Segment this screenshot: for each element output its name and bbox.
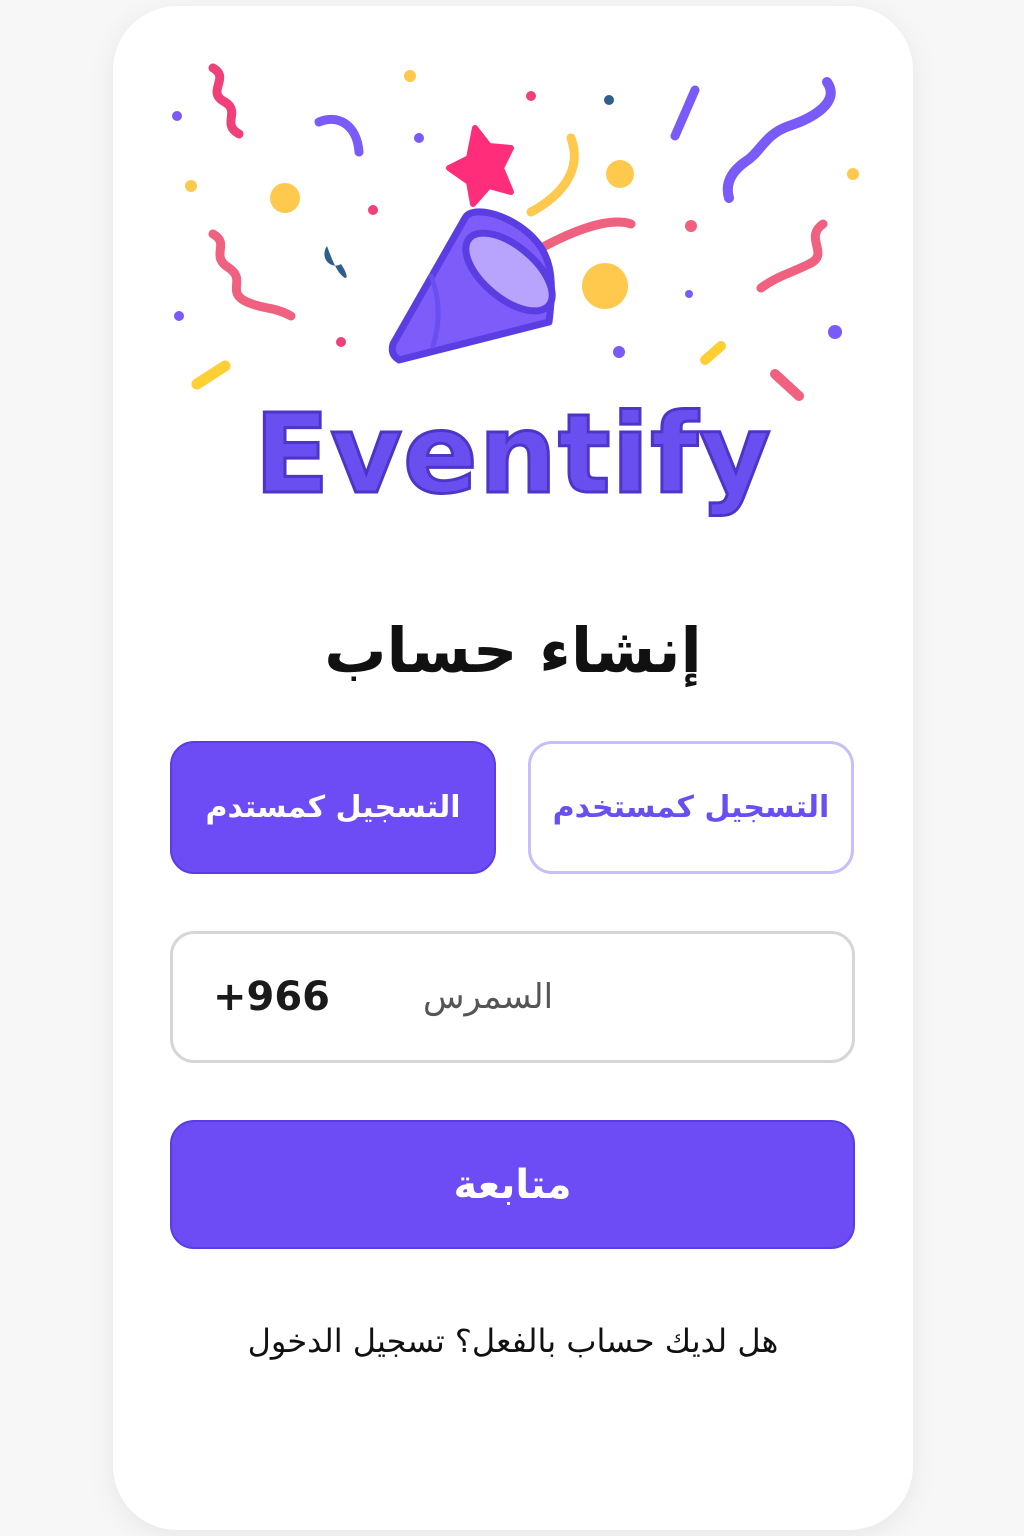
phone-input[interactable] — [423, 954, 753, 1040]
confetti-dot — [404, 70, 416, 82]
star-confetti — [446, 125, 514, 207]
confetti-dot — [685, 220, 697, 232]
confetti-squiggle — [208, 63, 244, 139]
country-code[interactable]: +966 — [213, 934, 330, 1060]
confetti-teardrop — [324, 246, 347, 278]
confetti-squiggle — [314, 114, 364, 157]
confetti-dot — [185, 180, 197, 192]
confetti-dot — [847, 168, 859, 180]
brand-logo: Eventify — [253, 389, 773, 520]
confetti-dot — [368, 205, 378, 215]
phone-field[interactable]: +966 — [170, 931, 855, 1063]
confetti-dot — [174, 311, 184, 321]
confetti-strip — [670, 85, 700, 141]
confetti-squiggle — [208, 229, 296, 321]
confetti-strip — [191, 360, 231, 390]
confetti-dot — [172, 111, 182, 121]
confetti-squiggle — [756, 219, 828, 293]
confetti-dot — [526, 91, 536, 101]
confetti-dot — [828, 325, 842, 339]
register-as-user-label: التسجيل كمستخدم — [552, 790, 830, 825]
confetti-dot — [414, 133, 424, 143]
register-as-user-button[interactable]: التسجيل كمستخدم — [528, 741, 854, 874]
login-prompt: هل لديك حساب بالفعل؟ تسجيل الدخول — [113, 1311, 913, 1371]
signup-card: Eventify إنشاء حساب التسجيل كمستخدم التس… — [113, 6, 913, 1530]
login-link[interactable]: تسجيل الدخول — [248, 1322, 445, 1360]
confetti-dot — [606, 160, 634, 188]
confetti-strip — [700, 341, 726, 365]
confetti-squiggle — [722, 77, 836, 203]
continue-label: متابعة — [453, 1161, 572, 1208]
party-cone — [388, 208, 556, 364]
confetti-dot — [613, 346, 625, 358]
confetti-dot — [685, 290, 693, 298]
register-as-organizer-label: التسجيل كمستدم — [205, 790, 461, 825]
confetti-streamer — [540, 217, 636, 251]
confetti-dot — [270, 183, 300, 213]
confetti-dot — [336, 337, 346, 347]
party-popper-icon — [172, 63, 859, 401]
login-question: هل لديك حساب بالفعل؟ — [454, 1322, 779, 1360]
confetti-dot — [604, 95, 614, 105]
continue-button[interactable]: متابعة — [170, 1120, 855, 1249]
register-as-organizer-button[interactable]: التسجيل كمستدم — [170, 741, 496, 874]
confetti-dot — [582, 263, 628, 309]
page-title: إنشاء حساب — [324, 614, 702, 687]
confetti-streamer — [526, 133, 579, 217]
